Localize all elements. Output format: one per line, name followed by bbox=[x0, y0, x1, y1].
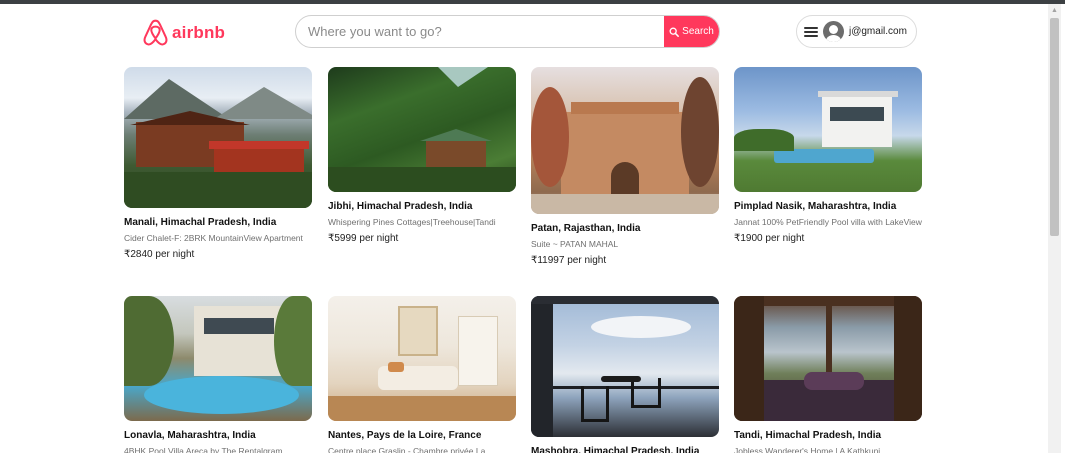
listing-name: Centre place Graslin - Chambre privée La bbox=[328, 446, 486, 453]
listing-name: Suite ~ PATAN MAHAL bbox=[531, 239, 619, 249]
listing-location: Mashobra, Himachal Pradesh, India bbox=[531, 446, 700, 453]
listing-location: Patan, Rajasthan, India bbox=[531, 223, 641, 234]
listing-location: Nantes, Pays de la Loire, France bbox=[328, 430, 482, 441]
listing-photo[interactable] bbox=[531, 296, 719, 437]
listing-card[interactable]: Tandi, Himachal Pradesh, India Jobless W… bbox=[734, 296, 922, 453]
listing-card[interactable]: Jibhi, Himachal Pradesh, India Whisperin… bbox=[328, 67, 516, 244]
listing-card[interactable]: Nantes, Pays de la Loire, France Centre … bbox=[328, 296, 516, 453]
brand-name: airbnb bbox=[172, 22, 226, 42]
listing-price: ₹1900 per night bbox=[734, 233, 805, 244]
user-email: j@gmail.com bbox=[849, 26, 907, 37]
search-icon bbox=[669, 27, 680, 37]
airbnb-logo[interactable]: airbnb bbox=[142, 18, 225, 47]
listing-location: Lonavla, Maharashtra, India bbox=[124, 430, 256, 441]
scroll-up-arrow-icon[interactable]: ▲ bbox=[1048, 4, 1061, 17]
airbnb-belo-icon bbox=[143, 19, 168, 46]
listing-location: Pimplad Nasik, Maharashtra, India bbox=[734, 201, 897, 212]
listing-photo[interactable] bbox=[124, 296, 312, 421]
search-button[interactable]: Search bbox=[664, 16, 719, 47]
listing-location: Jibhi, Himachal Pradesh, India bbox=[328, 201, 473, 212]
site-header: airbnb Search j@gmail.com bbox=[0, 4, 1048, 62]
search-button-label: Search bbox=[682, 26, 714, 37]
listing-photo[interactable] bbox=[734, 67, 922, 192]
listing-card[interactable]: Mashobra, Himachal Pradesh, India bbox=[531, 296, 719, 453]
listing-location: Manali, Himachal Pradesh, India bbox=[124, 217, 277, 228]
listing-name: Jannat 100% PetFriendly Pool villa with … bbox=[734, 217, 922, 227]
listing-card[interactable]: Patan, Rajasthan, India Suite ~ PATAN MA… bbox=[531, 67, 719, 266]
listing-name: Jobless Wanderer's Home | A Kathkuni bbox=[734, 446, 881, 453]
listing-name: Whispering Pines Cottages|Treehouse|Tand… bbox=[328, 217, 496, 227]
menu-icon bbox=[804, 26, 818, 37]
listing-price: ₹2840 per night bbox=[124, 249, 195, 260]
listing-location: Tandi, Himachal Pradesh, India bbox=[734, 430, 882, 441]
search-bar: Search bbox=[295, 15, 720, 48]
listing-card[interactable]: Lonavla, Maharashtra, India 4BHK Pool Vi… bbox=[124, 296, 312, 453]
avatar bbox=[823, 21, 844, 42]
listing-photo[interactable] bbox=[328, 67, 516, 192]
listing-photo[interactable] bbox=[328, 296, 516, 421]
scrollbar-thumb[interactable] bbox=[1050, 18, 1059, 236]
search-input[interactable] bbox=[296, 16, 664, 47]
listing-price: ₹11997 per night bbox=[531, 255, 607, 266]
listing-photo[interactable] bbox=[734, 296, 922, 421]
page-scrollbar[interactable]: ▲ bbox=[1048, 4, 1061, 453]
listing-photo[interactable] bbox=[531, 67, 719, 214]
listing-card[interactable]: Pimplad Nasik, Maharashtra, India Jannat… bbox=[734, 67, 922, 244]
listing-photo[interactable] bbox=[124, 67, 312, 208]
user-menu-button[interactable]: j@gmail.com bbox=[796, 15, 917, 48]
listing-name: 4BHK Pool Villa Areca by The Rentalgram bbox=[124, 446, 283, 453]
listing-name: Cider Chalet-F: 2BRK MountainView Apartm… bbox=[124, 233, 303, 243]
listing-card[interactable]: Manali, Himachal Pradesh, India Cider Ch… bbox=[124, 67, 312, 260]
listing-price: ₹5999 per night bbox=[328, 233, 399, 244]
